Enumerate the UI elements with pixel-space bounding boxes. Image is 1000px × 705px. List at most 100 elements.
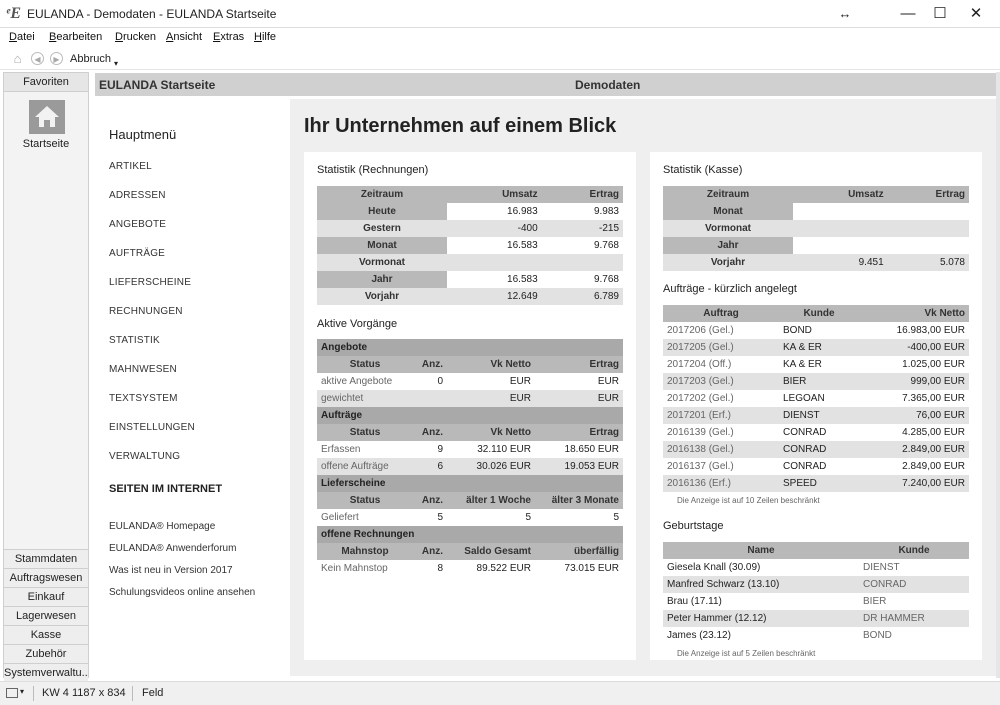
- menu-datei[interactable]: Datei: [9, 31, 35, 43]
- vorgaenge-table: Angebote Status Anz. Vk Netto Ertrag aktive…: [317, 339, 623, 577]
- table-row: Monat: [663, 203, 969, 220]
- recent-orders-table: Auftrag Kunde Vk Netto 2017206 (Gel.) BOND 1…: [663, 305, 969, 492]
- status-window-size: 1187 x 834: [72, 687, 126, 699]
- table-row[interactable]: James (23.12) BOND: [663, 627, 969, 644]
- toolbar: ⌂ ◀ ▶ Abbruch ▾: [0, 48, 1000, 70]
- status-field: Feld: [142, 687, 164, 699]
- table-row[interactable]: Peter Hammer (12.12) DR HAMMER: [663, 610, 969, 627]
- group-header: Lieferscheine: [317, 475, 623, 492]
- category-auftragswesen[interactable]: Auftragswesen: [4, 568, 88, 587]
- header-page-name: EULANDA Startseite: [99, 78, 216, 92]
- table-row: Geliefert 5 5 5: [321, 512, 619, 523]
- home-icon[interactable]: ⌂: [11, 52, 24, 65]
- link-homepage[interactable]: EULANDA® Homepage: [109, 521, 215, 532]
- menu-bearbeiten[interactable]: Bearbeiten: [49, 31, 102, 43]
- title-bar: ᵉE EULANDA - Demodaten - EULANDA Startse…: [0, 0, 1000, 28]
- table-row[interactable]: 2016136 (Erf.) SPEED 7.240,00 EUR: [663, 475, 969, 492]
- tab-favoriten[interactable]: Favoriten: [4, 73, 88, 92]
- table-row: Vorjahr 12.649 6.789: [317, 288, 623, 305]
- table-row[interactable]: 2017203 (Gel.) BIER 999,00 EUR: [663, 373, 969, 390]
- table-row: Jahr: [663, 237, 969, 254]
- page-title: Ihr Unternehmen auf einem Blick: [304, 115, 617, 137]
- category-kasse[interactable]: Kasse: [4, 625, 88, 644]
- table-row: Kein Mahnstop 8 89.522 EUR 73.015 EUR: [321, 563, 619, 574]
- table-row[interactable]: 2017201 (Erf.) DIENST 76,00 EUR: [663, 407, 969, 424]
- category-zubehoer[interactable]: Zubehör: [4, 644, 88, 663]
- left-panel: Favoriten Startseite Stammdaten Auftrags…: [3, 72, 89, 682]
- table-row: Heute 16.983 9.983: [317, 203, 623, 220]
- table-row[interactable]: 2016138 (Gel.) CONRAD 2.849,00 EUR: [663, 441, 969, 458]
- table-row[interactable]: 2016137 (Gel.) CONRAD 2.849,00 EUR: [663, 458, 969, 475]
- link-videos[interactable]: Schulungsvideos online ansehen: [109, 587, 255, 598]
- rechnungen-table: Zeitraum Umsatz Ertrag Heute 16.983 9.983 Ge…: [317, 186, 623, 305]
- internet-section-title: SEITEN IM INTERNET: [109, 483, 223, 495]
- status-calendar-week: KW 4: [42, 687, 69, 699]
- table-row[interactable]: 2017206 (Gel.) BOND 16.983,00 EUR: [663, 322, 969, 339]
- abbruch-button[interactable]: Abbruch ▾: [70, 53, 119, 68]
- orders-limit-note: Die Anzeige ist auf 10 Zeilen beschränkt: [677, 496, 820, 505]
- window-layout-icon[interactable]: [6, 688, 18, 698]
- nav-statistik[interactable]: STATISTIK: [109, 335, 160, 346]
- table-row[interactable]: 2017202 (Gel.) LEGOAN 7.365,00 EUR: [663, 390, 969, 407]
- window-title: EULANDA - Demodaten - EULANDA Startseite: [27, 7, 277, 21]
- menu-bar: Datei Bearbeiten Drucken Ansicht Extras …: [0, 28, 1000, 48]
- category-lagerwesen[interactable]: Lagerwesen: [4, 606, 88, 625]
- maximize-button[interactable]: ☐: [925, 4, 955, 24]
- category-stammdaten[interactable]: Stammdaten: [4, 549, 88, 568]
- nav-angebote[interactable]: ANGEBOTE: [109, 219, 166, 230]
- table-row: Vormonat: [317, 254, 623, 271]
- resize-arrows-icon[interactable]: ↔: [830, 4, 860, 24]
- minimize-button[interactable]: —: [893, 4, 923, 24]
- nav-mahnwesen[interactable]: MAHNWESEN: [109, 364, 177, 375]
- table-row[interactable]: 2016139 (Gel.) CONRAD 4.285,00 EUR: [663, 424, 969, 441]
- layout-dropdown-icon[interactable]: ▾: [20, 687, 24, 696]
- dropdown-caret-icon: ▾: [114, 59, 119, 68]
- forward-icon[interactable]: ▶: [50, 52, 63, 65]
- startseite-tile[interactable]: [29, 100, 65, 134]
- close-button[interactable]: ✕: [961, 4, 991, 24]
- eulanda-logo-icon: ᵉE: [6, 5, 22, 22]
- category-systemverwaltung[interactable]: Systemverwaltu...: [4, 663, 88, 682]
- table-row[interactable]: 2017204 (Off.) KA & ER 1.025,00 EUR: [663, 356, 969, 373]
- main-menu-title: Hauptmenü: [109, 127, 177, 142]
- nav-artikel[interactable]: ARTIKEL: [109, 161, 152, 172]
- table-row: Vormonat: [663, 220, 969, 237]
- link-whats-new[interactable]: Was ist neu in Version 2017: [109, 565, 233, 576]
- table-row: aktive Angebote 0 EUR EUR: [321, 376, 619, 387]
- group-header: Angebote: [317, 339, 623, 356]
- table-row[interactable]: Manfred Schwarz (13.10) CONRAD: [663, 576, 969, 593]
- vertical-scrollbar[interactable]: [996, 72, 1000, 678]
- menu-hilfe[interactable]: Hilfe: [254, 31, 276, 43]
- table-row[interactable]: Brau (17.11) BIER: [663, 593, 969, 610]
- nav-verwaltung[interactable]: VERWALTUNG: [109, 451, 180, 462]
- birthdays-limit-note: Die Anzeige ist auf 5 Zeilen beschränkt: [677, 649, 816, 658]
- nav-auftraege[interactable]: AUFTRÄGE: [109, 248, 165, 259]
- nav-rechnungen[interactable]: RECHNUNGEN: [109, 306, 183, 317]
- nav-lieferscheine[interactable]: LIEFERSCHEINE: [109, 277, 191, 288]
- house-icon: [35, 106, 59, 127]
- category-list: Stammdaten Auftragswesen Einkauf Lagerwe…: [4, 549, 88, 682]
- nav-einstellungen[interactable]: EINSTELLUNGEN: [109, 422, 195, 433]
- header-database-name: Demodaten: [575, 78, 641, 92]
- status-bar: ▾ KW 4 1187 x 834 Feld: [0, 681, 1000, 705]
- menu-ansicht[interactable]: Ansicht: [166, 31, 202, 43]
- category-einkauf[interactable]: Einkauf: [4, 587, 88, 606]
- link-forum[interactable]: EULANDA® Anwenderforum: [109, 543, 236, 554]
- content-header: EULANDA Startseite Demodaten: [95, 73, 996, 96]
- table-row: Vorjahr 9.451 5.078: [663, 254, 969, 271]
- table-row: offene Aufträge 6 30.026 EUR 19.053 EUR: [317, 458, 623, 475]
- menu-extras[interactable]: Extras: [213, 31, 244, 43]
- table-row[interactable]: Giesela Knall (30.09) DIENST: [663, 559, 969, 576]
- kasse-table: Zeitraum Umsatz Ertrag Monat Vormonat Jahr…: [663, 186, 969, 271]
- back-icon[interactable]: ◀: [31, 52, 44, 65]
- status-separator: [33, 686, 34, 701]
- table-row[interactable]: 2017205 (Gel.) KA & ER -400,00 EUR: [663, 339, 969, 356]
- birthdays-table: Name Kunde Giesela Knall (30.09) DIENST Ma…: [663, 542, 969, 644]
- nav-adressen[interactable]: ADRESSEN: [109, 190, 166, 201]
- menu-drucken[interactable]: Drucken: [115, 31, 156, 43]
- nav-textsystem[interactable]: TEXTSYSTEM: [109, 393, 178, 404]
- main-menu: Hauptmenü ARTIKEL ADRESSEN ANGEBOTE AUFT…: [95, 99, 290, 676]
- table-row: Gestern -400 -215: [317, 220, 623, 237]
- group-header: Aufträge: [317, 407, 623, 424]
- status-separator: [132, 686, 133, 701]
